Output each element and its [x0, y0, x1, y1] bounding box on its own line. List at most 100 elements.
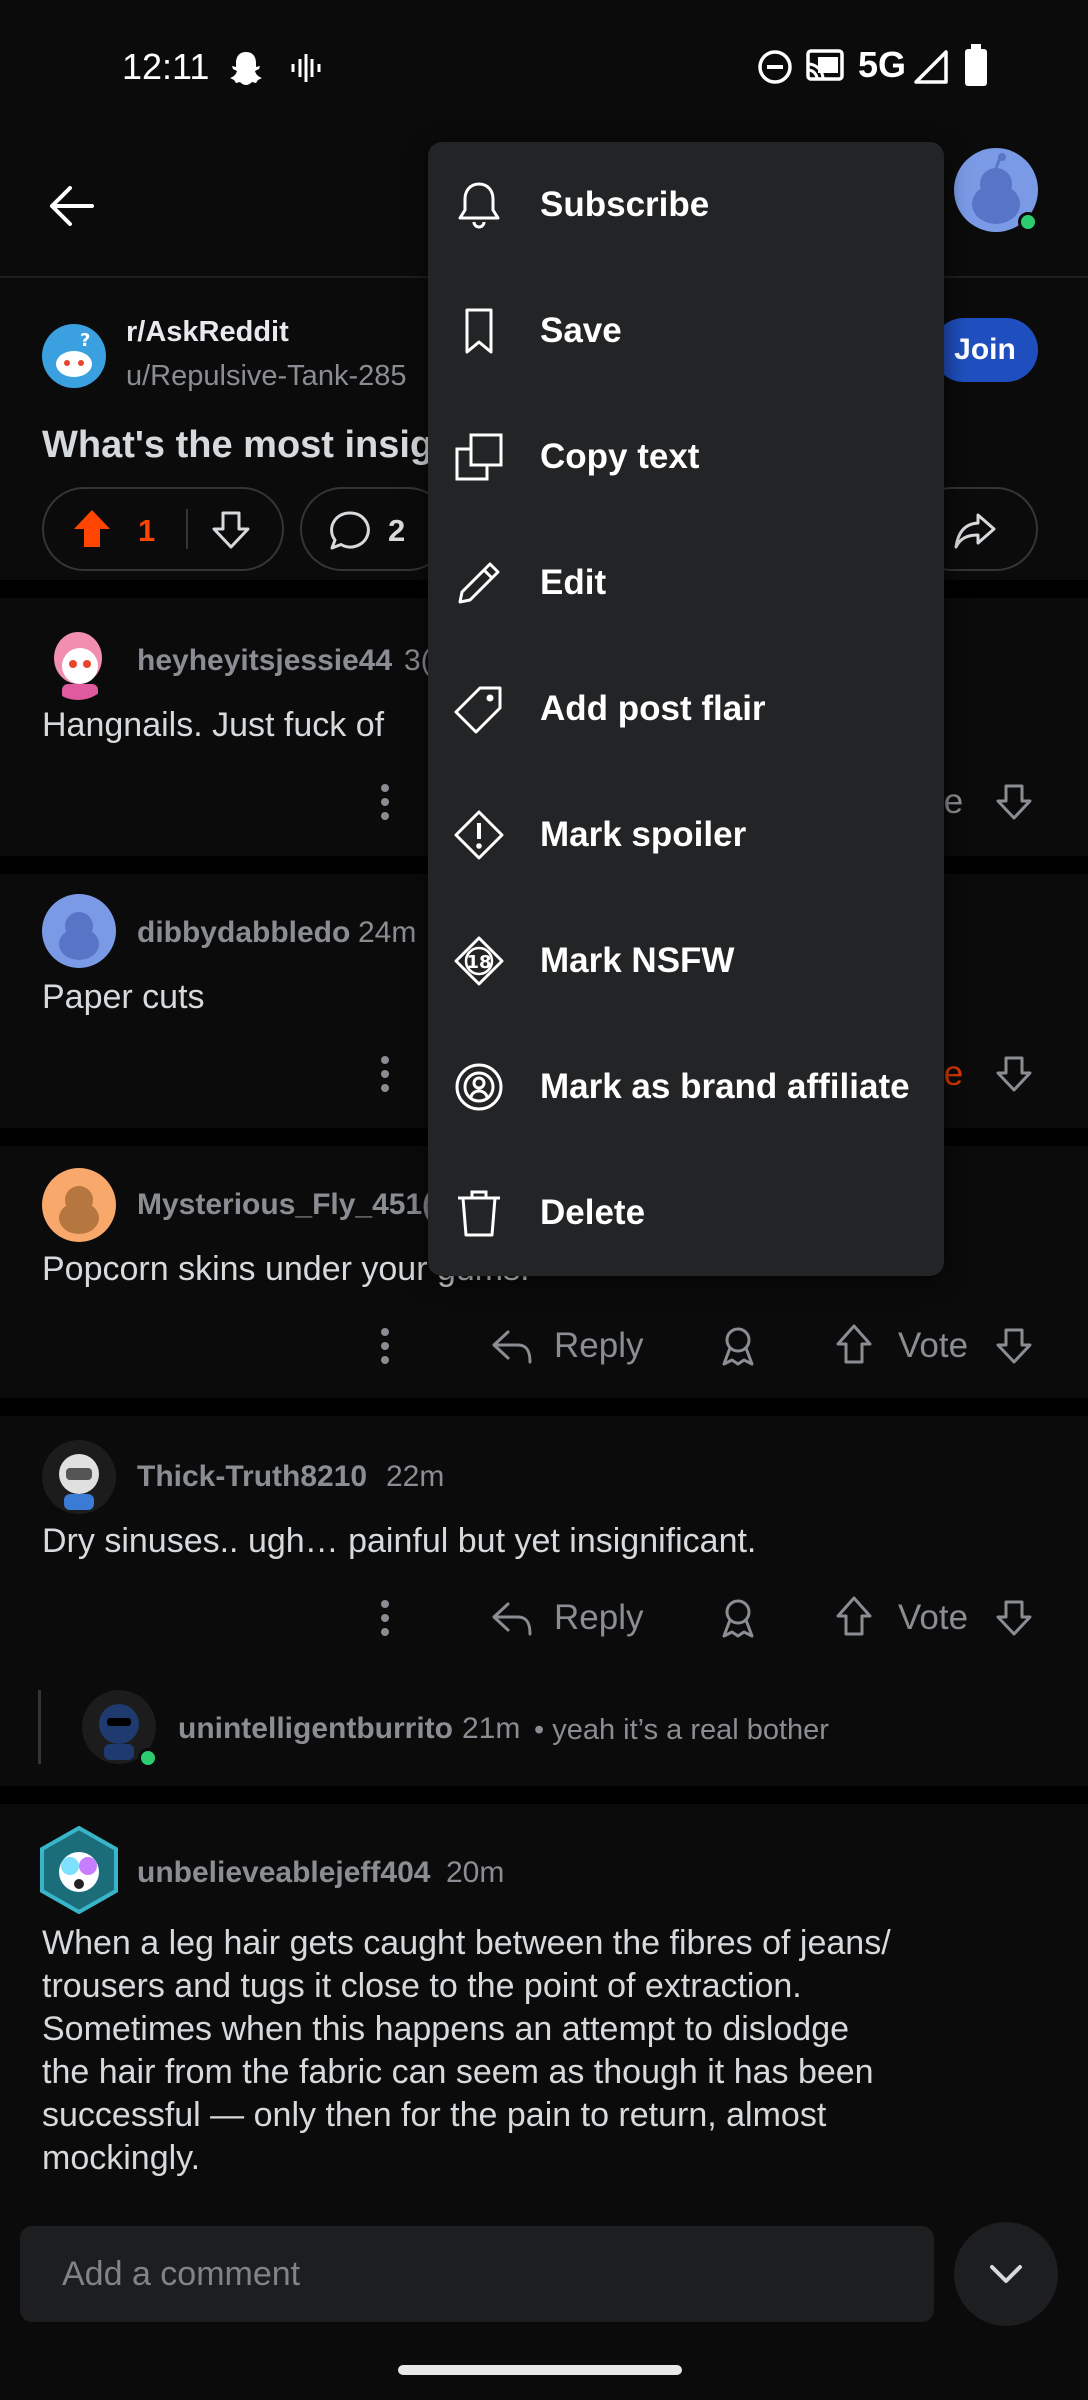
- comment-username[interactable]: heyheyitsjessie44: [137, 644, 392, 678]
- vibrate-icon: [288, 50, 324, 86]
- menu-item-copy-text[interactable]: Copy text: [428, 394, 944, 520]
- more-options-icon[interactable]: [370, 1598, 400, 1638]
- comment-time: 20m: [446, 1856, 505, 1889]
- comment-time: 3(: [404, 644, 431, 677]
- more-options-icon[interactable]: [370, 1054, 400, 1094]
- post-title: What's the most insig: [42, 424, 434, 466]
- menu-item-mark-nsfw[interactable]: 18 Mark NSFW: [428, 898, 944, 1024]
- downvote-icon[interactable]: [994, 1054, 1034, 1094]
- comment-body-line: successful — only then for the pain to r…: [42, 2096, 827, 2134]
- vote-separator: [186, 509, 188, 549]
- reply-button[interactable]: Reply: [554, 1598, 643, 1638]
- downvote-icon[interactable]: [994, 782, 1034, 822]
- comment-time: 22m: [386, 1460, 445, 1493]
- downvote-icon[interactable]: [994, 1598, 1034, 1638]
- trash-icon: [452, 1186, 506, 1240]
- subreddit-name[interactable]: r/AskReddit: [126, 316, 289, 349]
- menu-item-save[interactable]: Save: [428, 268, 944, 394]
- snapchat-icon: [226, 48, 266, 88]
- upvote-count: 1: [138, 513, 156, 548]
- status-bar: 12:11 5G: [0, 0, 1088, 130]
- share-icon: [952, 507, 998, 553]
- menu-item-add-post-flair[interactable]: Add post flair: [428, 646, 944, 772]
- downvote-icon[interactable]: [210, 509, 252, 551]
- comment-body-line: When a leg hair gets caught between the …: [42, 1924, 891, 1962]
- vote-label: Vote: [898, 1326, 969, 1365]
- section-separator: [0, 1786, 1088, 1804]
- upvote-icon[interactable]: [834, 1594, 874, 1638]
- menu-item-label: Mark NSFW: [540, 941, 735, 980]
- status-time: 12:11: [122, 46, 210, 87]
- thread-line: [38, 1690, 41, 1764]
- reply-time: 21m: [462, 1712, 521, 1745]
- svg-text:18: 18: [466, 952, 491, 973]
- comment-username[interactable]: unbelieveablejeff404: [137, 1856, 430, 1890]
- menu-item-edit[interactable]: Edit: [428, 520, 944, 646]
- menu-item-label: Save: [540, 311, 622, 350]
- spoiler-icon: [452, 808, 506, 862]
- add-comment-input[interactable]: Add a comment: [20, 2226, 934, 2322]
- post-vote-bar: 1: [42, 487, 284, 571]
- svg-text:?: ?: [80, 330, 90, 351]
- home-indicator: [398, 2365, 682, 2375]
- online-status-dot: [1018, 212, 1038, 232]
- join-button[interactable]: Join: [932, 318, 1038, 382]
- comment-username[interactable]: Mysterious_Fly_451(: [137, 1188, 432, 1222]
- comment-avatar[interactable]: [42, 624, 114, 700]
- comment-time: 24m: [358, 916, 417, 949]
- online-status-dot: [138, 1748, 158, 1768]
- post-options-menu: Subscribe Save Copy text Edit Add post f…: [428, 142, 944, 1276]
- tag-icon: [452, 682, 506, 736]
- back-arrow-icon[interactable]: [44, 178, 100, 234]
- comment-username[interactable]: dibbydabbledo: [137, 916, 350, 950]
- cast-icon: [804, 46, 846, 86]
- comment-body-line: trousers and tugs it close to the point …: [42, 1967, 802, 2005]
- comment-avatar[interactable]: [42, 894, 116, 968]
- comment-body-line: Sometimes when this happens an attempt t…: [42, 2010, 850, 2048]
- menu-item-delete[interactable]: Delete: [428, 1150, 944, 1276]
- post-author[interactable]: u/Repulsive-Tank-285: [126, 360, 406, 393]
- menu-item-subscribe[interactable]: Subscribe: [428, 142, 944, 268]
- upvote-icon[interactable]: [834, 1322, 874, 1366]
- comment-body: When a leg hair gets caught between the …: [42, 1922, 891, 2180]
- upvote-icon[interactable]: [70, 507, 114, 551]
- comment-count: 2: [388, 513, 406, 548]
- reply-button[interactable]: Reply: [554, 1326, 643, 1366]
- award-icon[interactable]: [716, 1324, 760, 1368]
- comment-bubble-icon: [328, 509, 372, 553]
- comment-username[interactable]: Thick-Truth8210: [137, 1460, 367, 1494]
- bell-icon: [452, 178, 506, 232]
- menu-item-label: Mark spoiler: [540, 815, 747, 854]
- scroll-down-button[interactable]: [954, 2222, 1058, 2326]
- menu-item-label: Copy text: [540, 437, 700, 476]
- subreddit-icon[interactable]: ?: [42, 324, 106, 388]
- comment-body-line: the hair from the fabric can seem as tho…: [42, 2053, 874, 2091]
- nsfw-18-icon: 18: [452, 934, 506, 988]
- bookmark-icon: [452, 304, 506, 358]
- award-icon[interactable]: [716, 1596, 760, 1640]
- menu-item-label: Add post flair: [540, 689, 766, 728]
- do-not-disturb-icon: [756, 48, 794, 86]
- menu-item-mark-brand-affiliate[interactable]: Mark as brand affiliate: [428, 1024, 944, 1150]
- downvote-icon[interactable]: [994, 1326, 1034, 1366]
- comment-avatar[interactable]: [42, 1168, 116, 1242]
- copy-icon: [452, 430, 506, 484]
- comment-body-line: mockingly.: [42, 2139, 201, 2177]
- reply-username[interactable]: unintelligentburrito: [178, 1712, 453, 1746]
- pencil-icon: [452, 556, 506, 610]
- comment-avatar[interactable]: [42, 1440, 116, 1514]
- reply-icon[interactable]: [490, 1324, 534, 1368]
- more-options-icon[interactable]: [370, 1326, 400, 1366]
- menu-item-label: Delete: [540, 1193, 646, 1232]
- menu-item-label: Edit: [540, 563, 607, 602]
- signal-icon: [912, 48, 950, 86]
- comment-body: Dry sinuses.. ugh… painful but yet insig…: [42, 1522, 757, 1560]
- more-options-icon[interactable]: [370, 782, 400, 822]
- menu-item-mark-spoiler[interactable]: Mark spoiler: [428, 772, 944, 898]
- brand-affiliate-icon: [452, 1060, 506, 1114]
- menu-item-label: Subscribe: [540, 185, 710, 224]
- network-label: 5G: [858, 44, 907, 85]
- reply-preview[interactable]: • yeah it’s a real bother: [534, 1714, 829, 1747]
- comment-avatar[interactable]: [38, 1826, 120, 1914]
- reply-icon[interactable]: [490, 1596, 534, 1640]
